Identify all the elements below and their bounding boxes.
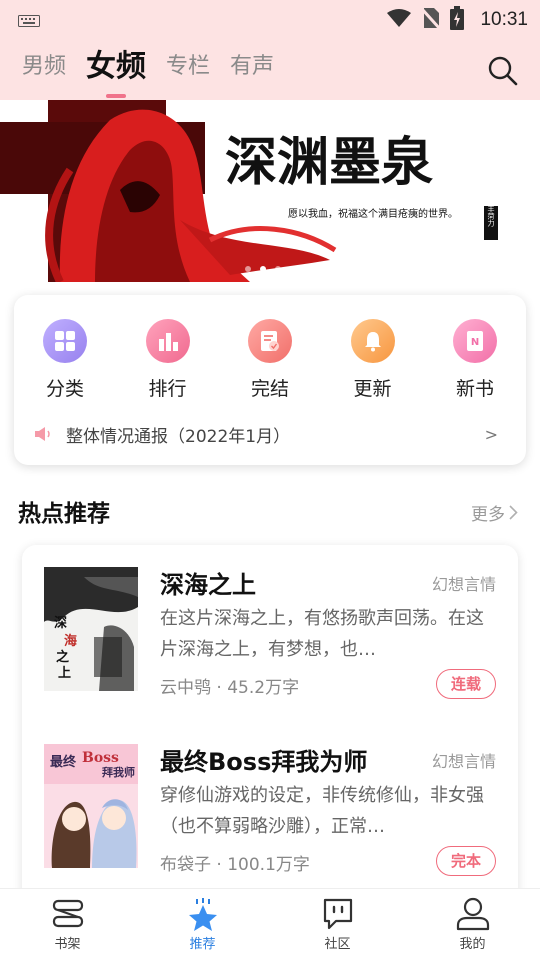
top-header: 男频 女频 专栏 有声	[0, 36, 540, 100]
book-meta: 云中鸮 · 45.2万字	[160, 678, 300, 698]
no-sim-icon	[421, 7, 442, 33]
book-desc: 在这片深海之上，有悠扬歌声回荡。在这片深海之上，有梦想，也…	[160, 608, 484, 660]
wifi-icon	[386, 8, 412, 32]
nav-mine[interactable]: 我的	[405, 889, 540, 960]
nav-recommend-label: 推荐	[189, 937, 216, 952]
book-genre: 幻想言情	[431, 752, 496, 771]
new-book-icon: N	[453, 319, 497, 363]
chat-bubble-icon	[323, 898, 352, 930]
notice-text: 整体情况通报（2022年1月）	[66, 426, 291, 447]
nav-recommend[interactable]: 推荐	[135, 889, 270, 960]
grid-icon	[43, 319, 87, 363]
keyboard-icon	[18, 12, 40, 31]
menu-ranking[interactable]: 排行	[125, 319, 211, 401]
nav-bookshelf-label: 书架	[54, 937, 81, 952]
svg-text:之: 之	[56, 649, 69, 665]
menu-updates[interactable]: 更新	[330, 319, 416, 401]
menu-updates-label: 更新	[353, 378, 392, 400]
search-button[interactable]	[486, 54, 520, 88]
banner-tag: 丰菏力	[487, 205, 495, 228]
book-cover: 深 海 之 上	[44, 567, 138, 691]
more-label: 更多	[471, 505, 505, 525]
book-title: 最终Boss拜我为师	[160, 748, 368, 776]
nav-bookshelf[interactable]: 书架	[0, 889, 135, 960]
nav-mine-label: 我的	[459, 937, 486, 952]
chevron-right-icon	[509, 505, 518, 520]
hot-books-card: 深 海 之 上 深海之上 幻想言情 在这片深海之上，有悠扬歌声回荡。在这片深海之…	[22, 545, 518, 925]
status-badge: 完本	[436, 846, 496, 876]
menu-completed[interactable]: 完结	[227, 319, 313, 401]
banner-title: 深渊墨泉	[225, 132, 433, 193]
book-title: 深海之上	[160, 571, 256, 599]
tab-male[interactable]: 男频	[22, 50, 66, 84]
battery-charging-icon	[450, 6, 465, 34]
promo-banner[interactable]: 深渊墨泉 愿以我血，祝福这个满目疮痍的世界。 丰菏力	[0, 100, 540, 282]
nav-community[interactable]: 社区	[270, 889, 405, 960]
notice-bar[interactable]: 整体情况通报（2022年1月） >	[34, 421, 498, 447]
book-cover: 最终 Boss 拜我师	[44, 744, 138, 868]
menu-ranking-label: 排行	[148, 378, 187, 400]
search-icon	[488, 56, 518, 86]
pager-dot	[275, 266, 281, 272]
bar-chart-icon	[145, 319, 190, 363]
pager-dot-active	[260, 266, 266, 272]
completed-book-icon	[248, 319, 292, 363]
banner-artwork: 深渊墨泉 愿以我血，祝福这个满目疮痍的世界。 丰菏力	[0, 100, 540, 282]
book-desc: 穿修仙游戏的设定，非传统修仙，非女强（也不算弱略沙雕），正常…	[160, 785, 484, 837]
menu-category[interactable]: 分类	[22, 319, 108, 401]
tab-audio[interactable]: 有声	[230, 50, 274, 84]
book-meta: 布袋子 · 100.1万字	[160, 855, 310, 875]
svg-text:拜我师: 拜我师	[102, 765, 135, 779]
book-item[interactable]: 最终 Boss 拜我师 最终Boss拜我为师 幻想言情 穿修仙游戏的设定，非传统…	[22, 722, 518, 876]
tab-female[interactable]: 女频	[86, 49, 147, 98]
book-item[interactable]: 深 海 之 上 深海之上 幻想言情 在这片深海之上，有悠扬歌声回荡。在这片深海之…	[22, 545, 518, 699]
nav-community-label: 社区	[324, 937, 351, 952]
section-title: 热点推荐	[18, 501, 110, 527]
banner-subtitle: 愿以我血，祝福这个满目疮痍的世界。	[288, 207, 458, 220]
bell-icon	[350, 319, 395, 363]
channel-tabs: 男频 女频 专栏 有声	[22, 49, 294, 98]
svg-text:N: N	[471, 337, 479, 348]
pager-dot	[245, 266, 251, 272]
bookshelf-icon	[52, 899, 83, 928]
banner-pager	[245, 266, 281, 272]
status-bar: 10:31	[0, 0, 540, 36]
speaker-icon	[35, 427, 50, 441]
bottom-nav: 书架 推荐 社区 我的	[0, 888, 540, 960]
notice-arrow-icon: >	[484, 424, 498, 444]
svg-text:海: 海	[64, 633, 77, 649]
menu-new-books-label: 新书	[455, 378, 494, 400]
more-link[interactable]: 更多	[471, 500, 518, 525]
menu-completed-label: 完结	[250, 378, 289, 400]
active-tab-indicator	[106, 94, 127, 98]
quick-menu-card: 分类 排行 完结 更新 N 新书 整体情况通报（2022年1月） >	[14, 295, 526, 465]
menu-category-label: 分类	[45, 378, 84, 400]
svg-text:深: 深	[54, 615, 67, 631]
status-badge: 连载	[436, 669, 496, 699]
svg-text:上: 上	[58, 666, 71, 681]
clock: 10:31	[480, 9, 528, 30]
svg-text:最终: 最终	[50, 754, 77, 770]
user-icon	[456, 897, 489, 931]
menu-new-books[interactable]: N 新书	[432, 319, 518, 401]
tab-column[interactable]: 专栏	[166, 50, 210, 84]
tab-female-label: 女频	[86, 49, 147, 84]
star-icon	[188, 898, 217, 931]
book-genre: 幻想言情	[431, 575, 496, 594]
svg-text:Boss: Boss	[82, 750, 119, 766]
